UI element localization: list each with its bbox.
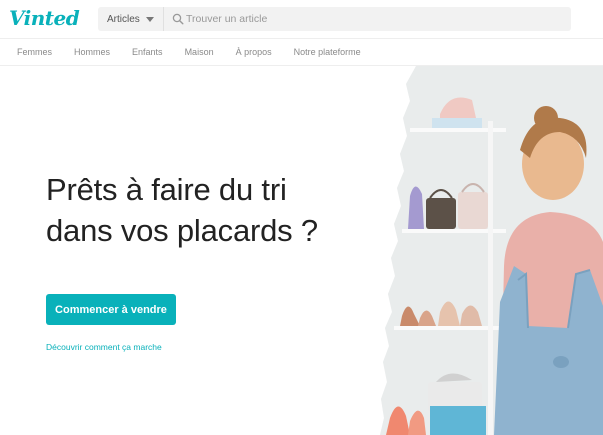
- search-bar: Articles: [98, 7, 571, 31]
- hero-headline-line-2: dans vos placards ?: [46, 213, 318, 248]
- category-nav: Femmes Hommes Enfants Maison À propos No…: [0, 38, 603, 66]
- start-selling-button[interactable]: Commencer à vendre: [46, 294, 176, 325]
- nav-item-enfants[interactable]: Enfants: [132, 47, 163, 57]
- header: Vinted Articles: [0, 0, 603, 38]
- nav-item-hommes[interactable]: Hommes: [74, 47, 110, 57]
- category-dropdown[interactable]: Articles: [98, 7, 164, 31]
- chevron-down-icon: [145, 16, 154, 22]
- hero-section: Prêts à faire du tri dans vos placards ?…: [0, 66, 603, 435]
- nav-item-maison[interactable]: Maison: [185, 47, 214, 57]
- nav-item-femmes[interactable]: Femmes: [17, 47, 52, 57]
- nav-item-notre-plateforme[interactable]: Notre plateforme: [294, 47, 361, 57]
- hero-photo: [380, 66, 603, 435]
- search-icon: [172, 13, 184, 25]
- how-it-works-link[interactable]: Découvrir comment ça marche: [46, 342, 162, 352]
- hero-headline-line-1: Prêts à faire du tri: [46, 172, 287, 207]
- search-input[interactable]: [186, 7, 566, 31]
- hero-headline: Prêts à faire du tri dans vos placards ?: [46, 169, 318, 251]
- category-dropdown-label: Articles: [107, 13, 140, 25]
- nav-item-a-propos[interactable]: À propos: [236, 47, 272, 57]
- vinted-logo[interactable]: Vinted: [9, 6, 80, 30]
